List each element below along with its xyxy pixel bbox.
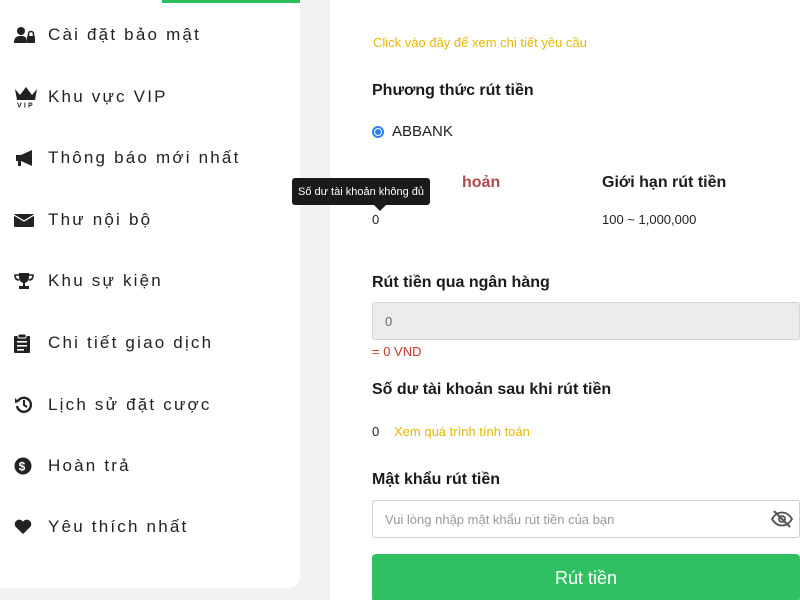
heart-icon (14, 516, 40, 538)
svg-text:$: $ (19, 460, 28, 474)
bank-withdraw-heading: Rút tiền qua ngân hàng (372, 274, 550, 291)
vip-crown-icon: VIP (14, 86, 40, 108)
megaphone-icon (14, 147, 40, 169)
sidebar-item-bet-history[interactable]: Lịch sử đặt cược (14, 390, 212, 420)
account-balance-value: 0 (372, 212, 380, 227)
sidebar-item-label: Chi tiết giao dịch (48, 333, 214, 352)
eye-slash-icon[interactable] (765, 510, 799, 528)
withdraw-submit-button[interactable]: Rút tiền (372, 554, 800, 600)
calculation-process-link[interactable]: Xem quá trình tính toán (394, 424, 530, 439)
withdraw-password-field[interactable] (372, 500, 800, 538)
withdraw-password-input[interactable] (385, 511, 765, 527)
account-balance-label-visible: hoản (462, 174, 501, 191)
svg-text:VIP: VIP (17, 103, 35, 109)
radio-selected-icon (372, 125, 384, 138)
sidebar-item-events[interactable]: Khu sự kiện (14, 266, 163, 296)
history-icon (14, 394, 40, 416)
envelope-icon (14, 209, 40, 231)
sidebar-item-vip-area[interactable]: VIP Khu vực VIP (14, 82, 168, 112)
withdraw-limit-label: Giới hạn rút tiền (602, 174, 727, 191)
balance-after-heading: Số dư tài khoản sau khi rút tiền (372, 381, 612, 398)
amount-vnd-note: = 0 VND (372, 344, 422, 359)
sidebar-item-transaction-details[interactable]: Chi tiết giao dịch (14, 328, 213, 358)
trophy-icon (14, 270, 40, 292)
sidebar-item-label: Cài đặt bảo mật (48, 25, 202, 44)
sidebar-active-tab-indicator (162, 0, 300, 3)
sidebar-item-latest-announcements[interactable]: Thông báo mới nhất (14, 143, 241, 173)
withdraw-method-heading: Phương thức rút tiền (372, 82, 534, 99)
withdraw-amount-value: 0 (385, 313, 393, 329)
insufficient-balance-tooltip: Số dư tài khoản không đủ (292, 178, 431, 211)
sidebar-item-label: Thư nội bộ (48, 210, 153, 229)
sidebar-item-label: Lịch sử đặt cược (48, 395, 212, 414)
sidebar: Cài đặt bảo mật VIP Khu vực VIP Thông bá… (0, 0, 300, 588)
sidebar-item-label: Thông báo mới nhất (48, 148, 241, 167)
sidebar-item-refund[interactable]: $ Hoàn trả (14, 451, 131, 481)
requirements-link[interactable]: Click vào đây để xem chi tiết yêu cầu (373, 35, 587, 50)
withdraw-limit-value: 100 ~ 1,000,000 (602, 212, 697, 227)
sidebar-item-internal-mail[interactable]: Thư nội bộ (14, 205, 152, 235)
sidebar-item-label: Yêu thích nhất (48, 517, 189, 536)
bank-method-radio[interactable]: ABBANK (372, 123, 453, 140)
dollar-circle-icon: $ (14, 455, 40, 477)
sidebar-item-security-settings[interactable]: Cài đặt bảo mật (14, 20, 201, 50)
withdraw-panel: Click vào đây để xem chi tiết yêu cầu Ph… (330, 0, 800, 600)
sidebar-item-label: Khu vực VIP (48, 87, 168, 106)
bank-method-label: ABBANK (392, 123, 453, 140)
balance-after-value: 0 (372, 424, 380, 439)
sidebar-item-label: Khu sự kiện (48, 271, 163, 290)
sidebar-item-label: Hoàn trả (48, 456, 131, 475)
withdraw-password-heading: Mật khẩu rút tiền (372, 471, 501, 488)
user-lock-icon (14, 24, 40, 46)
sidebar-item-favorites[interactable]: Yêu thích nhất (14, 512, 188, 542)
withdraw-amount-input[interactable]: 0 (372, 302, 800, 340)
clipboard-icon (14, 332, 40, 354)
